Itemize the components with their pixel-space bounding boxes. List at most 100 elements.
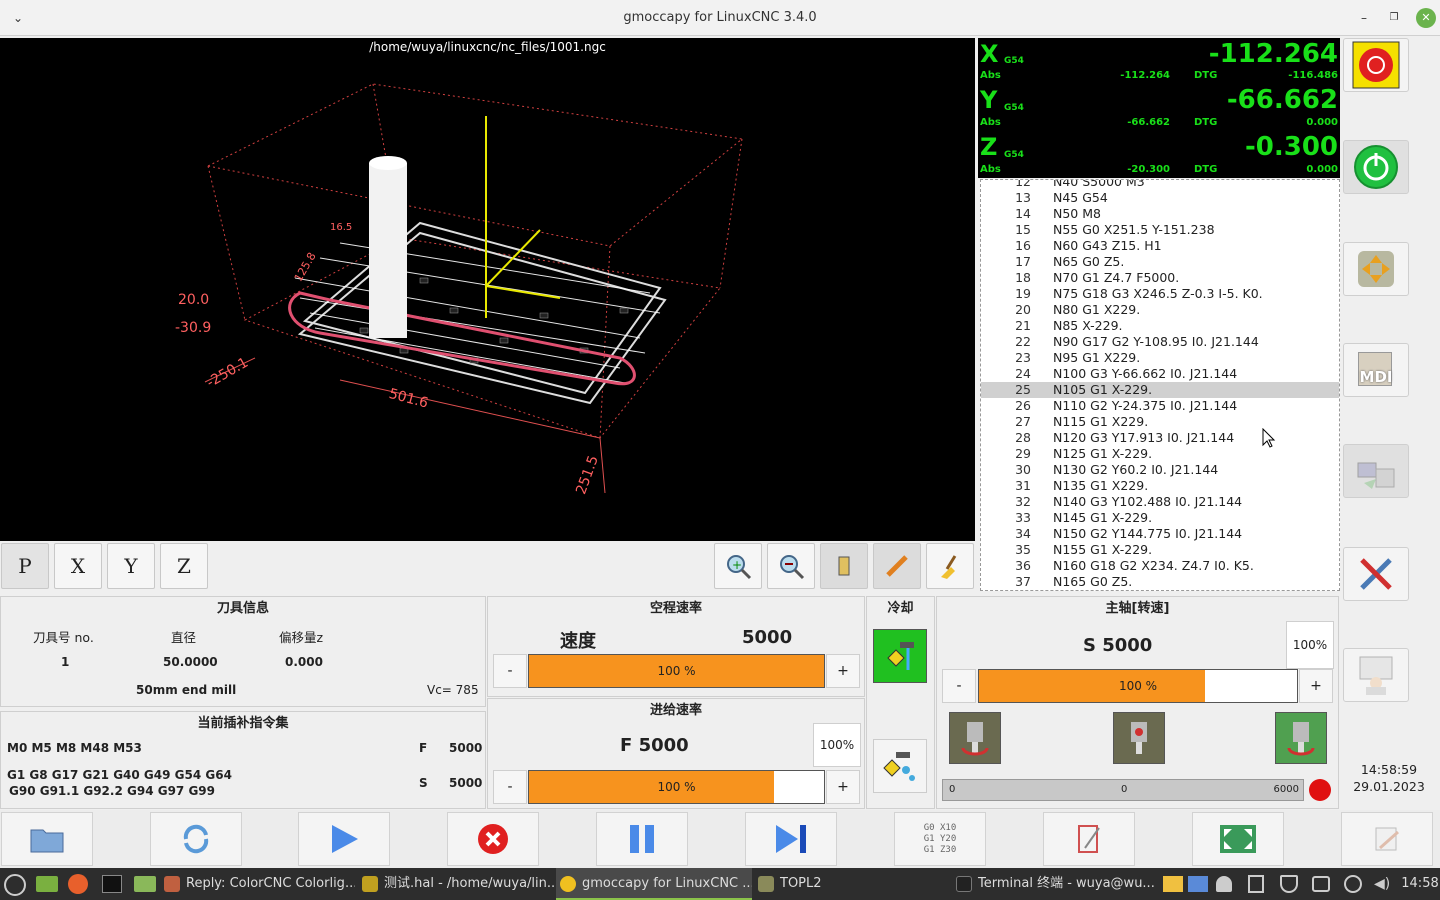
toolpath-preview[interactable]: /home/wuya/linuxcnc/nc_files/1001.ngc 16…: [0, 38, 975, 541]
gcode-line[interactable]: 13 N45 G54: [981, 190, 1339, 206]
spindle-stop-button[interactable]: [1113, 712, 1165, 764]
gcode-line[interactable]: 34 N150 G2 Y144.775 I0. J21.144: [981, 526, 1339, 542]
clipboard-icon[interactable]: [1248, 875, 1264, 893]
gcode-line[interactable]: 17 N65 G0 Z5.: [981, 254, 1339, 270]
settings-button[interactable]: [1343, 547, 1409, 601]
z-axis-label[interactable]: Z: [980, 133, 997, 161]
open-file-button[interactable]: [1, 812, 93, 866]
gcode-line[interactable]: 33 N145 G1 X-229.: [981, 510, 1339, 526]
gcode-line[interactable]: 24 N100 G3 Y-66.662 I0. J21.144: [981, 366, 1339, 382]
gcode-line[interactable]: 37 N165 G0 Z5.: [981, 574, 1339, 590]
stop-button[interactable]: [447, 812, 539, 866]
flood-coolant-button[interactable]: [873, 629, 927, 683]
step-button[interactable]: [745, 812, 837, 866]
y-axis-label[interactable]: Y: [980, 86, 997, 114]
tray-window-icon[interactable]: [1188, 876, 1208, 892]
firefox-icon[interactable]: [68, 874, 88, 894]
gcode-line[interactable]: 23 N95 G1 X229.: [981, 350, 1339, 366]
x-axis-label[interactable]: X: [980, 40, 999, 68]
task-terminal[interactable]: Terminal 终端 - wuya@wu...: [952, 868, 1157, 900]
gcode-line[interactable]: 32 N140 G3 Y102.488 I0. J21.144: [981, 494, 1339, 510]
notification-icon[interactable]: [1216, 876, 1232, 892]
view-x-button[interactable]: X: [54, 543, 102, 589]
shield-icon[interactable]: [1280, 875, 1298, 893]
gcode-line-number: 29: [1015, 446, 1031, 461]
gcode-line[interactable]: 29 N125 G1 X-229.: [981, 446, 1339, 462]
spindle-reset-button[interactable]: 100%: [1286, 621, 1334, 669]
spindle-cw-button[interactable]: [1275, 712, 1327, 764]
gcode-line[interactable]: 30 N130 G2 Y60.2 I0. J21.144: [981, 462, 1339, 478]
taskbar-clock[interactable]: 14:58: [1400, 868, 1440, 900]
files-icon[interactable]: [134, 876, 156, 892]
gcode-line[interactable]: 12 N40 S5000 M3: [981, 180, 1339, 190]
edit-view-button[interactable]: [873, 543, 921, 589]
spindle-increase-button[interactable]: +: [1299, 669, 1333, 703]
show-dimensions-button[interactable]: [820, 543, 868, 589]
gcode-line[interactable]: 31 N135 G1 X229.: [981, 478, 1339, 494]
terminal-icon[interactable]: [102, 875, 122, 893]
feed-override-slider[interactable]: 100 %: [528, 770, 825, 804]
gcode-line[interactable]: 35 N155 G1 X-229.: [981, 542, 1339, 558]
run-from-line-button[interactable]: G0 X10 G1 Y20 G1 Z30: [894, 812, 986, 866]
manual-mode-button[interactable]: [1343, 242, 1409, 296]
display-icon[interactable]: [1312, 876, 1330, 892]
task-hal[interactable]: 测试.hal - /home/wuya/lin...: [358, 868, 554, 900]
fullscreen-preview-button[interactable]: [1192, 812, 1284, 866]
mdi-mode-button[interactable]: MDI: [1343, 343, 1409, 397]
minimize-button[interactable]: –: [1354, 8, 1374, 28]
clear-plot-button[interactable]: [926, 543, 974, 589]
estop-button[interactable]: [1343, 38, 1409, 92]
tray-app-icon[interactable]: [1163, 876, 1183, 892]
gcode-line[interactable]: 22 N90 G17 G2 Y-108.95 I0. J21.144: [981, 334, 1339, 350]
run-button[interactable]: [298, 812, 390, 866]
user-tabs-button[interactable]: [1343, 648, 1409, 702]
maximize-button[interactable]: ❐: [1384, 8, 1404, 28]
gcode-line[interactable]: 15 N55 G0 X251.5 Y-151.238: [981, 222, 1339, 238]
zoom-out-button[interactable]: [767, 543, 815, 589]
rapid-decrease-button[interactable]: -: [493, 654, 527, 688]
pause-button[interactable]: [596, 812, 688, 866]
gcode-line[interactable]: 21 N85 X-229.: [981, 318, 1339, 334]
view-perspective-button[interactable]: P: [1, 543, 49, 589]
rapid-increase-button[interactable]: +: [826, 654, 860, 688]
tool-offset: 0.000: [285, 655, 323, 669]
machine-power-button[interactable]: [1343, 140, 1409, 194]
skip-line-icon: [1078, 825, 1100, 853]
mist-coolant-button[interactable]: [873, 739, 927, 793]
feed-increase-button[interactable]: +: [826, 770, 860, 804]
task-reply[interactable]: Reply: ColorCNC Colorlig...: [160, 868, 355, 900]
spindle-ccw-button[interactable]: [949, 712, 1001, 764]
view-z-button[interactable]: Z: [160, 543, 208, 589]
gcode-line-text: N80 G1 X229.: [1053, 302, 1141, 317]
feed-reset-button[interactable]: 100%: [813, 723, 861, 767]
gcode-line[interactable]: 18 N70 G1 Z4.7 F5000.: [981, 270, 1339, 286]
view-y-button[interactable]: Y: [107, 543, 155, 589]
gcode-line[interactable]: 19 N75 G18 G3 X246.5 Z-0.3 I-5. K0.: [981, 286, 1339, 302]
task-gmoccapy[interactable]: gmoccapy for LinuxCNC ...: [556, 868, 752, 900]
power-manager-icon[interactable]: [1344, 875, 1362, 893]
skip-line-button[interactable]: [1043, 812, 1135, 866]
task-topl2[interactable]: TOPL2: [754, 868, 950, 900]
gcode-line[interactable]: 27 N115 G1 X229.: [981, 414, 1339, 430]
edit-file-button[interactable]: [1341, 812, 1433, 866]
close-button[interactable]: ✕: [1416, 8, 1436, 28]
volume-icon[interactable]: ◀): [1374, 876, 1394, 892]
feed-decrease-button[interactable]: -: [493, 770, 527, 804]
gcode-line[interactable]: 38 N170 X251.5 Y-151.238: [981, 590, 1339, 591]
rapid-override-slider[interactable]: 100 %: [528, 654, 825, 688]
spindle-decrease-button[interactable]: -: [942, 669, 976, 703]
menu-icon[interactable]: [4, 874, 26, 896]
show-desktop-icon[interactable]: [36, 876, 58, 892]
gcode-line[interactable]: 28 N120 G3 Y17.913 I0. J21.144: [981, 430, 1339, 446]
reload-button[interactable]: [150, 812, 242, 866]
gcode-line[interactable]: 25 N105 G1 X-229.: [981, 382, 1339, 398]
gcode-view[interactable]: 12 N40 S5000 M3 13 N45 G54 14 N50 M8 15 N55 G0 …: [980, 179, 1340, 591]
gcode-line[interactable]: 14 N50 M8: [981, 206, 1339, 222]
gcode-line[interactable]: 26 N110 G2 Y-24.375 I0. J21.144: [981, 398, 1339, 414]
gcode-line[interactable]: 36 N160 G18 G2 X234. Z4.7 I0. K5.: [981, 558, 1339, 574]
spindle-override-slider[interactable]: 100 %: [978, 669, 1298, 703]
gcode-line[interactable]: 16 N60 G43 Z15. H1: [981, 238, 1339, 254]
zoom-in-button[interactable]: +: [714, 543, 762, 589]
gcode-line[interactable]: 20 N80 G1 X229.: [981, 302, 1339, 318]
auto-mode-button[interactable]: [1343, 444, 1409, 498]
